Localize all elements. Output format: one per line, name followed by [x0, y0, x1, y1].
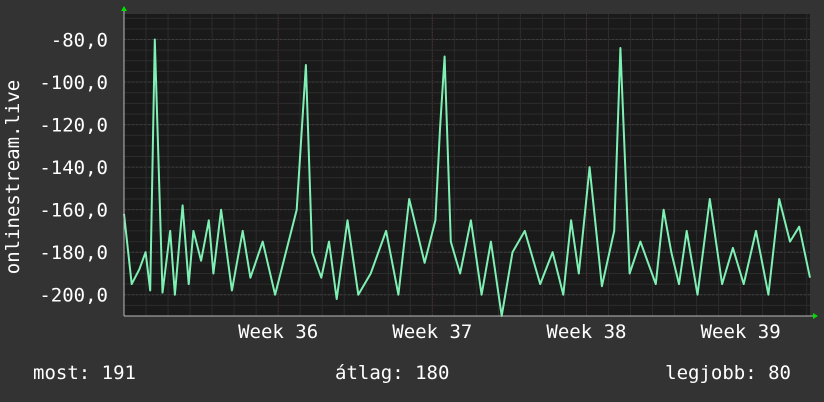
y-axis-label: onlinestream.live [2, 80, 24, 274]
x-tick-label: Week 38 [546, 321, 626, 343]
y-tick-label: -100,0 [39, 72, 108, 94]
y-tick-label: -120,0 [39, 115, 108, 137]
y-tick-label: -140,0 [39, 157, 108, 179]
average-value: átlag: 180 [335, 362, 450, 384]
y-tick-labels: -80,0 -100,0 -120,0 -140,0 -160,0 -180,0 -200,… [39, 30, 108, 307]
best-value: legjobb: 80 [665, 362, 791, 384]
x-tick-label: Week 37 [392, 321, 472, 343]
line-chart: -80,0 -100,0 -120,0 -140,0 -160,0 -180,0 -200,… [2, 6, 818, 343]
y-tick-label: -160,0 [39, 200, 108, 222]
current-value: most: 191 [33, 362, 136, 384]
y-tick-label: -200,0 [39, 285, 108, 307]
x-axis-arrow-icon [813, 313, 818, 319]
x-tick-label: Week 39 [701, 321, 781, 343]
y-tick-label: -80,0 [51, 30, 108, 52]
stats-bar: most: 191 átlag: 180 legjobb: 80 [0, 362, 824, 388]
x-tick-labels: Week 36 Week 37 Week 38 Week 39 [238, 321, 781, 343]
x-tick-label: Week 36 [238, 321, 318, 343]
y-axis-arrow-icon [121, 6, 127, 11]
y-tick-label: -180,0 [39, 242, 108, 264]
plot-area [124, 14, 810, 316]
